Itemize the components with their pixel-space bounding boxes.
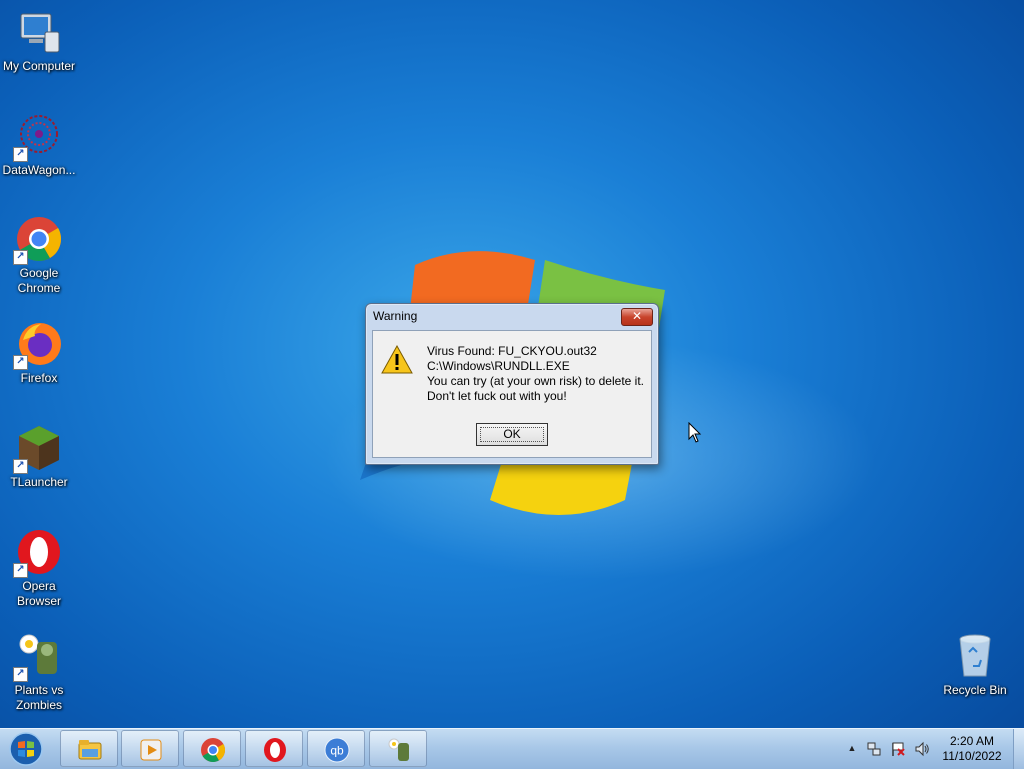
start-button[interactable] [4,730,48,768]
file-explorer-icon [78,740,102,760]
show-desktop-button[interactable] [1013,729,1024,769]
taskbar-opera[interactable] [245,730,303,767]
chrome-icon: ↗ [13,215,63,265]
dialog-message: Virus Found: FU_CKYOU.out32 C:\Windows\R… [427,344,644,404]
desktop-icon-google-chrome[interactable]: ↗ Google Chrome [0,215,78,296]
message-line: You can try (at your own risk) to delete… [427,374,644,388]
desktop-icon-plants-vs-zombies[interactable]: ↗ Plants vs Zombies [0,632,78,713]
message-line: C:\Windows\RUNDLL.EXE [427,359,570,373]
desktop-icon-recycle-bin[interactable]: Recycle Bin [936,632,1014,698]
warning-dialog: Warning ✕ Virus Found: FU_CKYOU.out32 C:… [365,303,659,465]
close-button[interactable]: ✕ [621,308,653,326]
desktop-icon-label: DataWagon... [2,163,76,177]
shortcut-arrow-icon: ↗ [13,250,28,265]
plants-vs-zombies-icon: ↗ [13,632,63,682]
desktop-icon-label: Plants vs Zombies [14,683,64,712]
taskbar-file-explorer[interactable] [60,730,118,767]
chrome-icon [201,738,226,763]
taskbar-qbittorrent[interactable]: qb [307,730,365,767]
recycle-bin-icon [951,632,999,680]
plants-vs-zombies-icon [388,738,409,761]
desktop-icon-firefox[interactable]: ↗ Firefox [0,320,78,386]
desktop-icon-label: TLauncher [10,475,68,489]
action-center-flag-icon[interactable] [890,741,906,757]
message-line: Don't let fuck out with you! [427,389,567,403]
warning-icon [381,345,413,374]
taskbar-media-player[interactable] [121,730,179,767]
shortcut-arrow-icon: ↗ [13,355,28,370]
opera-icon: ↗ [13,528,63,578]
taskbar-chrome[interactable] [183,730,241,767]
firefox-icon: ↗ [13,320,63,370]
shortcut-arrow-icon: ↗ [13,459,28,474]
shortcut-arrow-icon: ↗ [13,147,28,162]
ok-button[interactable]: OK [476,423,548,446]
qb-text: qb [330,744,344,758]
show-hidden-icons-button[interactable]: ▲ [844,743,860,759]
qbittorrent-icon: qb [324,737,350,763]
taskbar: qb ▲ 2:20 AM 11/10/2022 [0,728,1024,769]
datawagon-icon: ↗ [13,112,63,162]
shortcut-arrow-icon: ↗ [13,563,28,578]
network-icon[interactable] [866,741,882,757]
dialog-title: Warning [373,309,418,323]
desktop-icon-tlauncher[interactable]: ↗ TLauncher [0,424,78,490]
clock-date: 11/10/2022 [942,749,1002,763]
opera-icon [264,738,286,762]
desktop-icon-my-computer[interactable]: My Computer [0,8,78,74]
desktop-icon-datawagon[interactable]: ↗ DataWagon... [0,112,78,178]
desktop-icon-label: Recycle Bin [943,683,1007,697]
desktop-icon-label: Google Chrome [17,266,61,295]
shortcut-arrow-icon: ↗ [13,667,28,682]
tlauncher-icon: ↗ [13,424,63,474]
desktop-icon-label: Firefox [20,371,58,385]
clock-time: 2:20 AM [949,734,995,748]
message-line: Virus Found: FU_CKYOU.out32 [427,344,597,358]
desktop-icon-label: Opera Browser [16,579,61,608]
media-player-icon [140,739,162,761]
desktop-icon-opera-browser[interactable]: ↗ Opera Browser [0,528,78,609]
taskbar-plants-vs-zombies[interactable] [369,730,427,767]
mouse-cursor-icon [688,422,702,443]
my-computer-icon [15,8,63,56]
volume-icon[interactable] [914,741,930,757]
clock[interactable]: 2:20 AM 11/10/2022 [937,734,1007,764]
dialog-body: Virus Found: FU_CKYOU.out32 C:\Windows\R… [372,330,652,458]
desktop-icon-label: My Computer [2,59,76,73]
